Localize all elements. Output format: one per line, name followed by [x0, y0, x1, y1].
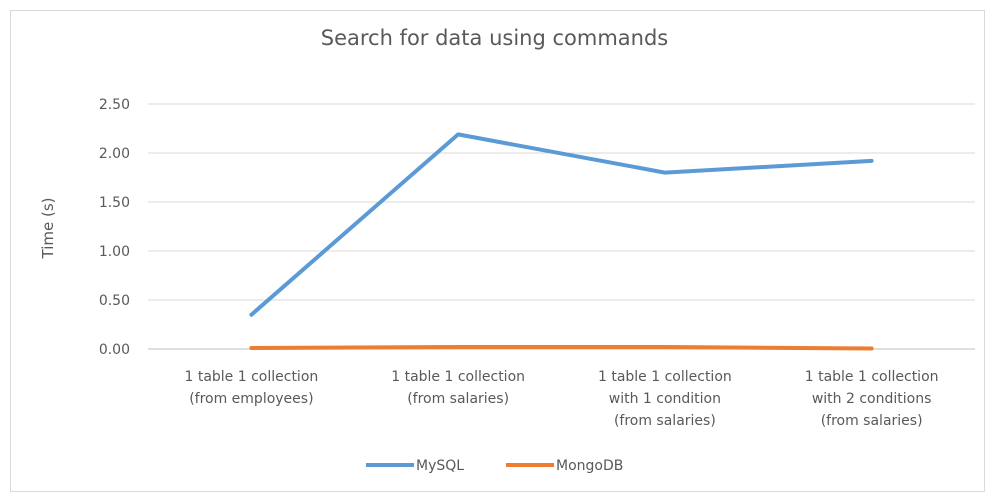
y-axis-ticks: 0.00 0.50 1.00 1.50 2.00 2.50	[99, 97, 130, 358]
x-tick-label: 1 table 1 collection with 2 conditions (fr…	[805, 369, 939, 429]
legend-label: MySQL	[416, 458, 464, 474]
legend-item-mysql: MySQL	[366, 458, 464, 474]
y-tick-label: 2.00	[99, 146, 130, 162]
gridlines	[148, 103, 975, 350]
x-axis-ticks: 1 table 1 collection (from employees) 1 ta…	[184, 369, 938, 429]
series-lines	[249, 132, 874, 351]
y-tick-label: 2.50	[99, 97, 130, 113]
legend: MySQL MongoDB	[366, 458, 623, 474]
legend-label: MongoDB	[556, 458, 623, 474]
y-tick-label: 0.00	[99, 342, 130, 358]
series-line-mysql	[249, 132, 874, 317]
series-line-mongodb	[249, 345, 874, 351]
x-tick-label: 1 table 1 collection (from employees)	[184, 369, 318, 407]
line-chart: 0.00 0.50 1.00 1.50 2.00 2.50 1 table 1 colle…	[39, 97, 975, 474]
legend-item-mongodb: MongoDB	[506, 458, 623, 474]
y-tick-label: 1.50	[99, 195, 130, 211]
y-tick-label: 0.50	[99, 293, 130, 309]
x-tick-label: 1 table 1 collection with 1 condition (fro…	[598, 369, 732, 429]
y-axis-label: Time (s)	[39, 198, 57, 260]
y-tick-label: 1.00	[99, 244, 130, 260]
x-tick-label: 1 table 1 collection (from salaries)	[391, 369, 525, 407]
